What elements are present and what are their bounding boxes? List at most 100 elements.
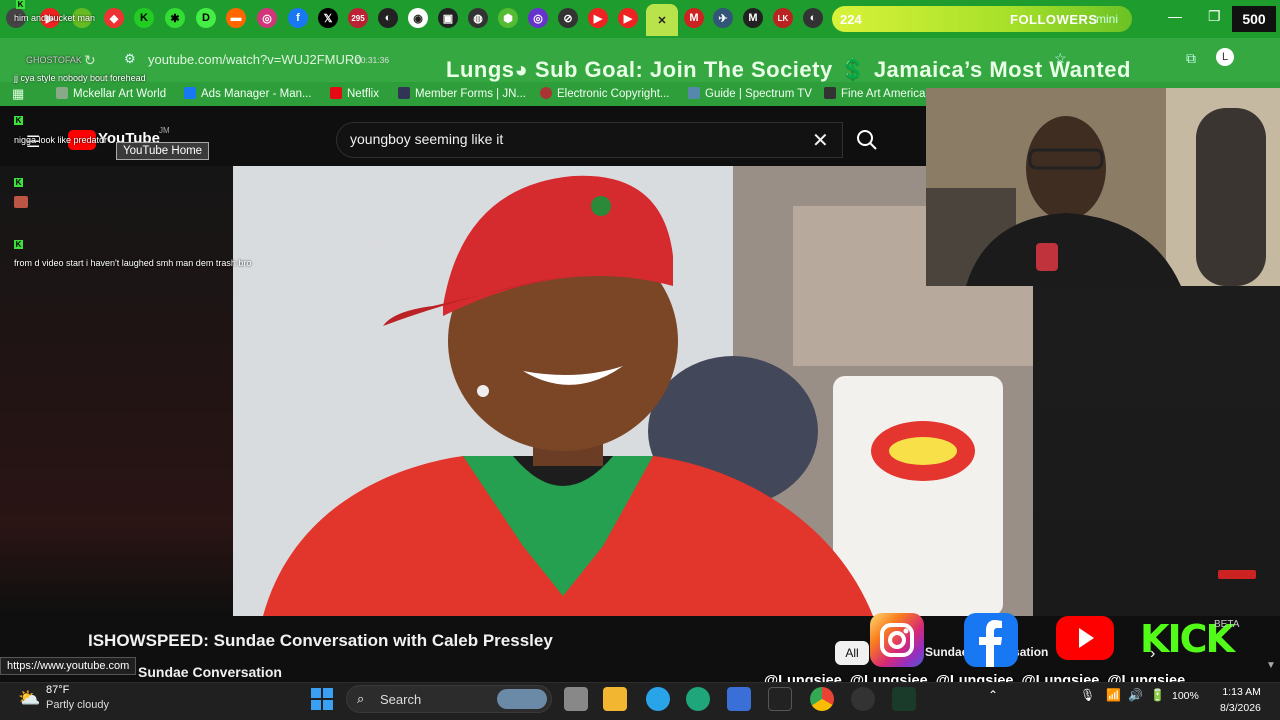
search-input-value[interactable]: youngboy seeming like it bbox=[350, 131, 503, 147]
kick-tab-icon[interactable]: ✱ bbox=[165, 8, 185, 28]
followers-count: 224 bbox=[840, 11, 862, 27]
x-tab-icon[interactable]: 𝕏 bbox=[318, 8, 338, 28]
tab-icon[interactable]: ◐ bbox=[803, 8, 823, 28]
tab-icon[interactable]: ◆ bbox=[104, 8, 124, 28]
bookmark-item[interactable]: Guide | Spectrum TV bbox=[688, 87, 812, 100]
kick-icon: K bbox=[14, 116, 23, 125]
tab-icon[interactable]: ◍ bbox=[468, 8, 488, 28]
bookmark-item[interactable]: Netflix bbox=[330, 87, 379, 100]
tab-icon[interactable]: ✈ bbox=[713, 8, 733, 28]
followers-extra: mini bbox=[1096, 12, 1119, 26]
bookmark-item[interactable]: Mckellar Art World bbox=[56, 87, 166, 100]
bookmark-item[interactable]: Electronic Copyright... bbox=[540, 87, 670, 100]
tab-icon[interactable]: LK bbox=[773, 8, 793, 28]
volume-icon[interactable]: 🔊 bbox=[1128, 688, 1143, 702]
chrome-icon[interactable] bbox=[810, 687, 834, 711]
bookmark-label: Mckellar Art World bbox=[73, 88, 167, 100]
bookmark-favicon-icon bbox=[540, 87, 552, 99]
battery-icon[interactable]: 🔋 bbox=[1150, 688, 1165, 702]
video-left-backdrop bbox=[0, 166, 233, 616]
weather-condition: Partly cloudy bbox=[46, 699, 109, 711]
chat-emote-icon bbox=[14, 196, 28, 208]
bookmark-label: Netflix bbox=[347, 88, 379, 100]
d-tab-icon[interactable]: D bbox=[196, 8, 216, 28]
channel-name[interactable]: Sundae Conversation bbox=[138, 664, 282, 680]
facebook-tab-icon[interactable]: f bbox=[288, 8, 308, 28]
tab-icon[interactable]: ⊘ bbox=[558, 8, 578, 28]
video-frame bbox=[233, 166, 1033, 616]
chat-message: nigga look like predator bbox=[14, 135, 108, 145]
chat-timestamp: 00:31:36 bbox=[356, 55, 390, 65]
chip-all[interactable]: All bbox=[835, 641, 869, 665]
bookmark-favicon-icon bbox=[398, 87, 410, 99]
taskbar-search[interactable]: ⌕ Search bbox=[346, 685, 552, 713]
webcam-feed bbox=[926, 88, 1280, 286]
reload-icon[interactable]: ↻ bbox=[84, 52, 96, 69]
kick-tab-icon[interactable]: K bbox=[134, 8, 154, 28]
search-icon: ⌕ bbox=[357, 691, 365, 706]
extensions-icon[interactable]: ⧉ bbox=[1186, 50, 1196, 67]
instagram-tab-icon[interactable]: ◎ bbox=[257, 8, 277, 28]
address-bar-url[interactable]: youtube.com/watch?v=WUJ2FMUR0 bbox=[148, 52, 362, 67]
wifi-icon[interactable]: 📶 bbox=[1106, 688, 1121, 702]
bookmark-favicon-icon bbox=[824, 87, 836, 99]
chat-message: him and bucket man bbox=[14, 13, 96, 23]
scroll-down-icon[interactable]: ▼ bbox=[1266, 660, 1276, 671]
search-button[interactable] bbox=[843, 122, 891, 158]
restore-icon[interactable]: ❐ bbox=[1208, 8, 1221, 25]
app-icon[interactable] bbox=[851, 687, 875, 711]
badge-tab-icon[interactable]: 295 bbox=[348, 8, 368, 28]
windows-start-icon[interactable] bbox=[310, 687, 334, 711]
bookmark-label: Member Forms | JN... bbox=[415, 88, 526, 100]
gmail-tab-icon[interactable]: M bbox=[684, 8, 704, 28]
clock-time: 1:13 AM bbox=[1222, 686, 1261, 698]
m-tab-icon[interactable]: M bbox=[743, 8, 763, 28]
youtube-tab-icon[interactable]: ▶ bbox=[618, 8, 638, 28]
status-url: https://www.youtube.com bbox=[0, 657, 137, 675]
chevron-right-icon[interactable]: › bbox=[1150, 645, 1155, 663]
bookmark-label: Ads Manager - Man... bbox=[201, 88, 312, 100]
search-highlight-image bbox=[497, 689, 547, 709]
app-icon[interactable] bbox=[768, 687, 792, 711]
webcam-frame bbox=[926, 88, 1280, 286]
file-explorer-icon[interactable] bbox=[603, 687, 627, 711]
tab-icon[interactable]: ⬢ bbox=[498, 8, 518, 28]
minimize-icon[interactable]: — bbox=[1168, 8, 1182, 24]
chat-timestamp: 00:42:51 bbox=[356, 241, 390, 251]
goal-count: 500 bbox=[1232, 6, 1276, 32]
site-info-icon[interactable]: ⚙ bbox=[124, 51, 136, 67]
clear-search-icon[interactable]: ✕ bbox=[812, 128, 829, 153]
bookmark-item[interactable]: Ads Manager - Man... bbox=[184, 87, 312, 100]
chevron-up-icon[interactable]: ⌃ bbox=[988, 688, 998, 702]
bookmark-label: Electronic Copyright... bbox=[557, 88, 670, 100]
apps-grid-icon[interactable]: ▦ bbox=[12, 86, 24, 102]
profile-avatar[interactable]: L bbox=[1216, 48, 1234, 66]
youtube-home-tooltip: YouTube Home bbox=[116, 142, 210, 160]
microphone-icon[interactable]: 🎙 bbox=[1080, 688, 1095, 702]
tab-icon[interactable]: ◐ bbox=[378, 8, 398, 28]
task-view-icon[interactable] bbox=[564, 687, 588, 711]
edge-icon[interactable] bbox=[686, 687, 710, 711]
bookmark-label: Guide | Spectrum TV bbox=[705, 88, 812, 100]
search-icon bbox=[857, 130, 877, 150]
chat-username: GHOSTOFAK bbox=[26, 55, 82, 65]
tab-icon[interactable]: ◎ bbox=[528, 8, 548, 28]
store-icon[interactable] bbox=[727, 687, 751, 711]
system-clock[interactable]: 1:13 AM 8/3/2026 bbox=[1220, 684, 1261, 716]
bookmark-label: Fine Art America bbox=[841, 88, 926, 100]
netflix-icon bbox=[330, 87, 342, 99]
weather-app-icon[interactable] bbox=[646, 687, 670, 711]
bookmark-favicon-icon bbox=[56, 87, 68, 99]
chat-message: from d video start i haven't laughed smh… bbox=[14, 258, 252, 268]
bookmark-item[interactable]: Fine Art America bbox=[824, 87, 925, 100]
tab-icon[interactable]: ◉ bbox=[408, 8, 428, 28]
bookmark-item[interactable]: Member Forms | JN... bbox=[398, 87, 526, 100]
youtube-tab-icon[interactable]: ▶ bbox=[588, 8, 608, 28]
app-icon[interactable] bbox=[892, 687, 916, 711]
kick-beta-badge: BETA bbox=[1214, 619, 1240, 630]
orange-tab-icon[interactable]: ▬ bbox=[226, 8, 246, 28]
tab-icon[interactable]: ▣ bbox=[438, 8, 458, 28]
video-player[interactable] bbox=[233, 166, 1033, 616]
youtube-social-icon bbox=[1056, 616, 1114, 660]
active-tab-close-icon[interactable]: ✕ bbox=[646, 4, 678, 36]
